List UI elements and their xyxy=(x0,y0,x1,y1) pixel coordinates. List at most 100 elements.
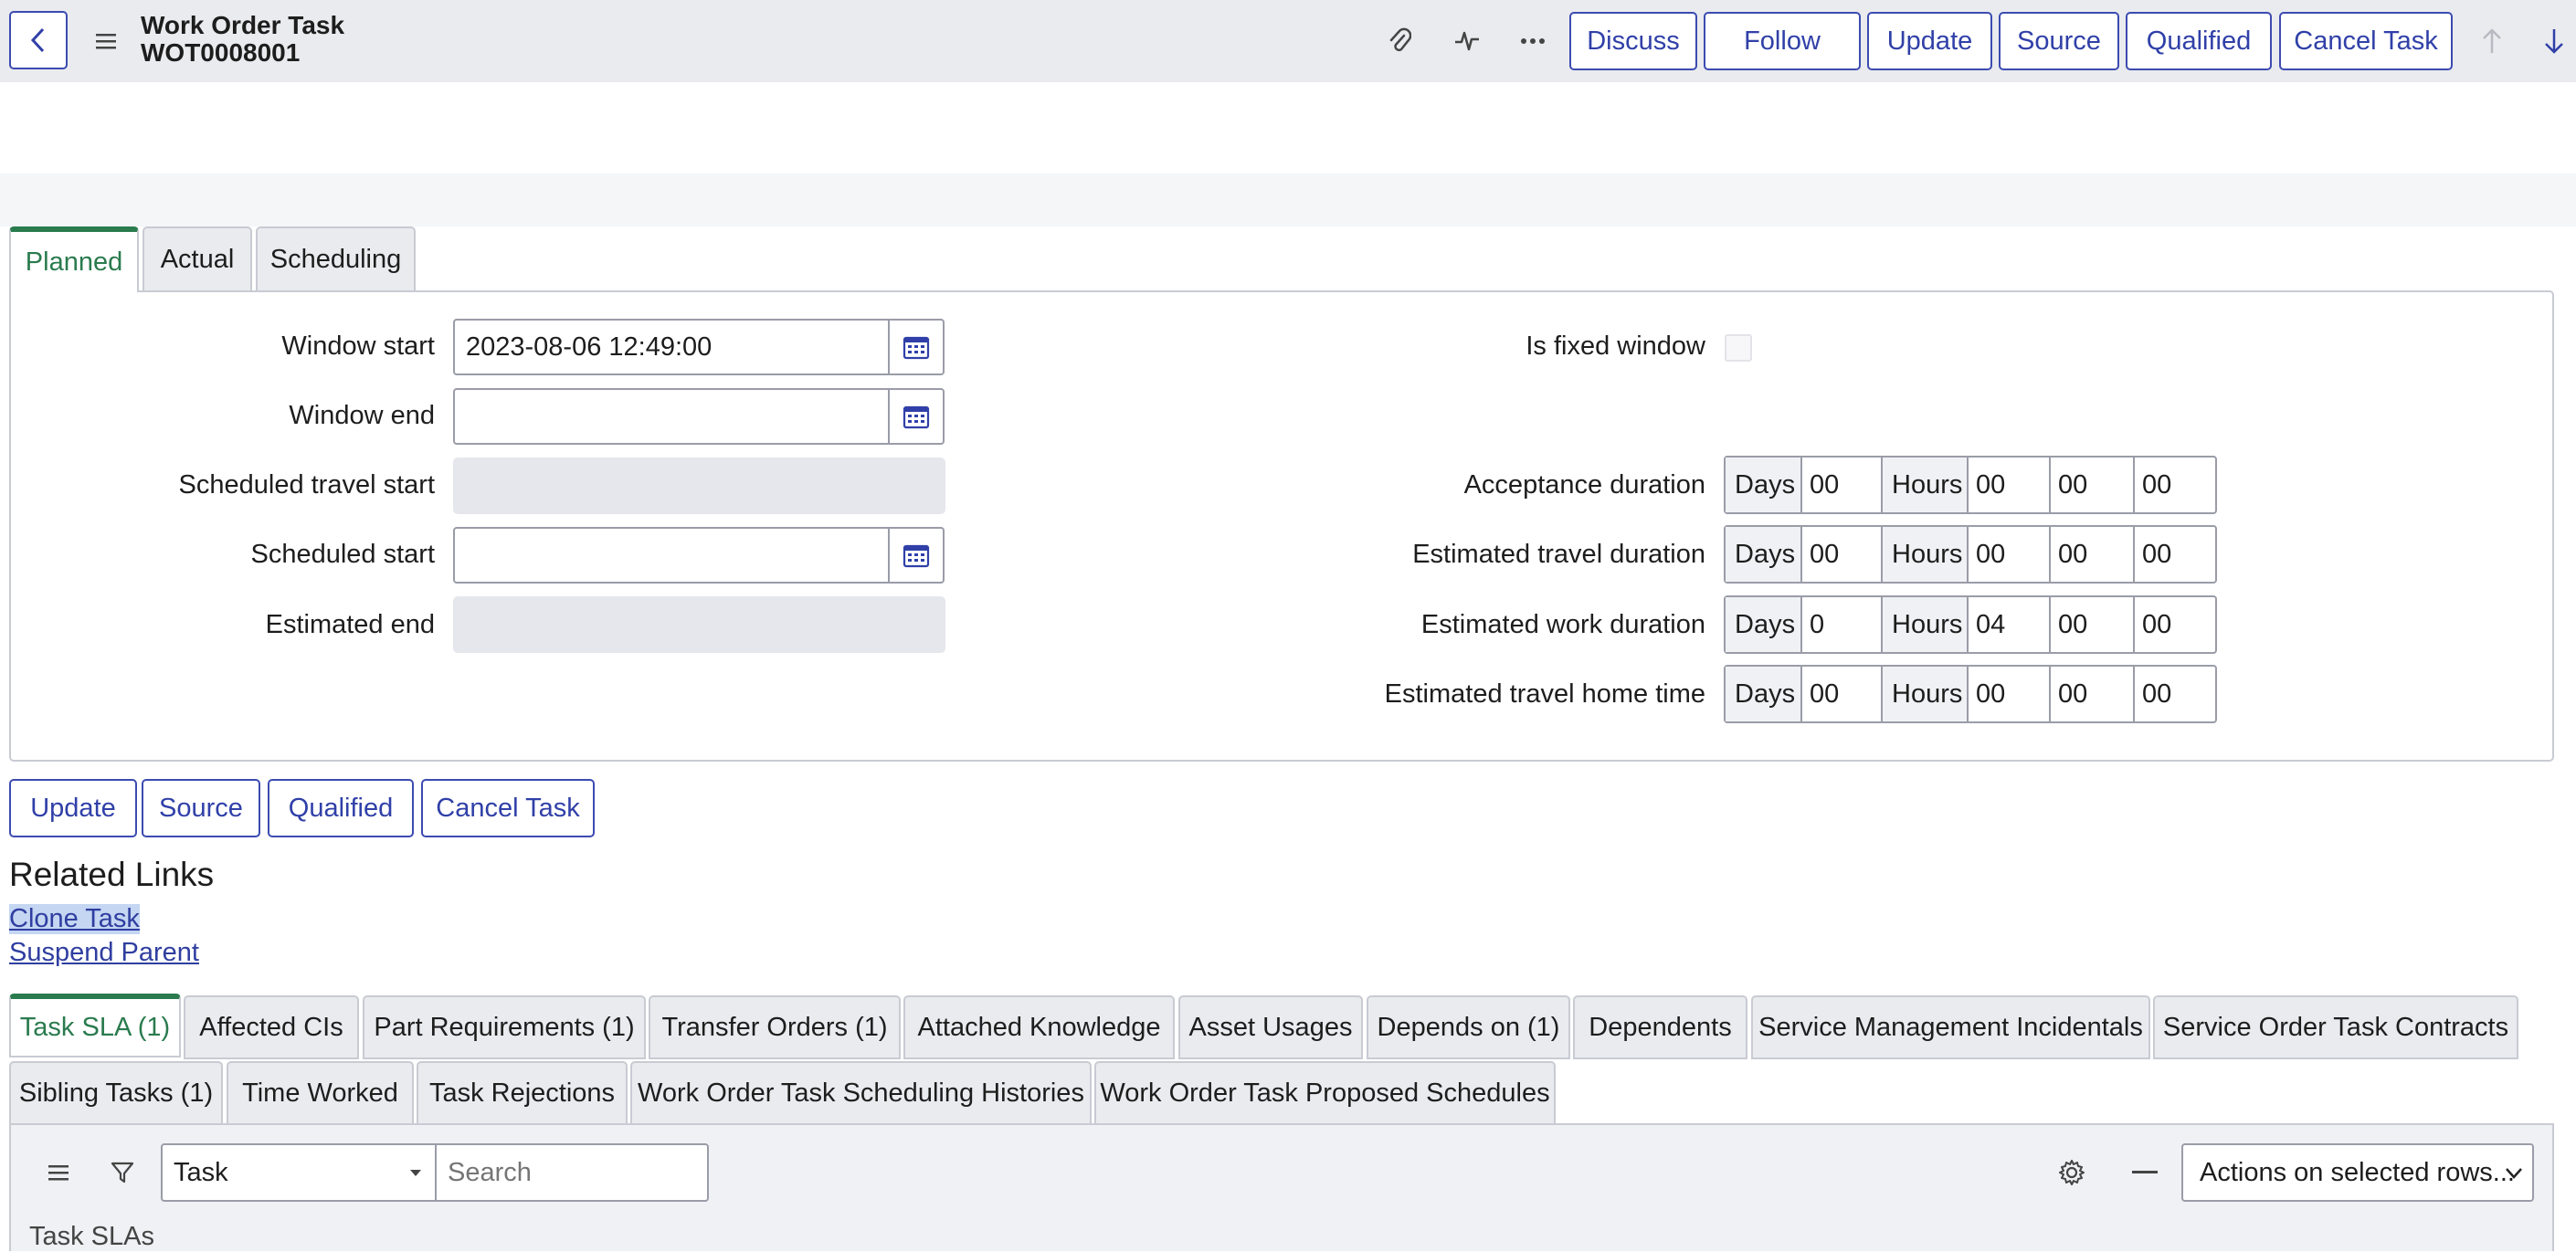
scheduled-travel-start-label: Scheduled travel start xyxy=(178,470,435,500)
back-button[interactable] xyxy=(9,11,68,69)
tab-scheduling-histories[interactable]: Work Order Task Scheduling Histories xyxy=(630,1061,1092,1125)
record-number: WOT0008001 xyxy=(141,38,301,67)
days-unit: Days xyxy=(1726,667,1802,721)
days-value[interactable]: 00 xyxy=(1802,667,1883,721)
days-unit: Days xyxy=(1726,597,1802,652)
gear-icon[interactable] xyxy=(2053,1154,2090,1191)
tab-service-order-task-contracts[interactable]: Service Order Task Contracts xyxy=(2153,995,2518,1059)
source-button-header[interactable]: Source xyxy=(1999,12,2119,70)
seconds-value[interactable]: 00 xyxy=(2135,458,2215,512)
hours-unit: Hours xyxy=(1883,458,1969,512)
days-unit: Days xyxy=(1726,527,1802,582)
tab-service-management-incidentals[interactable]: Service Management Incidentals xyxy=(1751,995,2150,1059)
arrow-up-icon[interactable] xyxy=(2474,23,2510,59)
calendar-icon xyxy=(903,336,930,360)
acceptance-duration-label: Acceptance duration xyxy=(1463,470,1705,500)
hours-value[interactable]: 04 xyxy=(1969,597,2051,652)
seconds-value[interactable]: 00 xyxy=(2135,527,2215,582)
update-button-header[interactable]: Update xyxy=(1867,12,1992,70)
clone-task-link[interactable]: Clone Task xyxy=(9,904,140,934)
minutes-value[interactable]: 00 xyxy=(2051,667,2135,721)
more-icon[interactable] xyxy=(1515,23,1551,59)
tab-transfer-orders[interactable]: Transfer Orders (1) xyxy=(649,995,901,1059)
arrow-down-icon[interactable] xyxy=(2536,23,2572,59)
estimated-end-field xyxy=(453,596,945,653)
filter-icon[interactable] xyxy=(104,1154,141,1191)
chevron-down-icon xyxy=(2506,1168,2522,1179)
actions-select[interactable]: Actions on selected rows... xyxy=(2181,1143,2534,1202)
scheduled-start-input[interactable] xyxy=(453,527,890,584)
form-header: Work Order Task WOT0008001 Discuss Follo… xyxy=(0,0,2576,82)
tab-actual[interactable]: Actual xyxy=(143,226,252,290)
follow-button[interactable]: Follow xyxy=(1704,12,1861,70)
update-button[interactable]: Update xyxy=(9,779,137,837)
discuss-button[interactable]: Discuss xyxy=(1569,12,1697,70)
estimated-end-label: Estimated end xyxy=(265,610,435,639)
tab-sibling-tasks[interactable]: Sibling Tasks (1) xyxy=(9,1061,223,1125)
window-start-calendar-button[interactable] xyxy=(888,319,945,375)
hours-value[interactable]: 00 xyxy=(1969,667,2051,721)
collapse-icon[interactable] xyxy=(2127,1154,2163,1191)
days-value[interactable]: 00 xyxy=(1802,527,1883,582)
estimated-travel-home-time-input[interactable]: Days 00 Hours 00 00 00 xyxy=(1724,665,2217,723)
seconds-value[interactable]: 00 xyxy=(2135,667,2215,721)
hours-unit: Hours xyxy=(1883,667,1969,721)
seconds-value[interactable]: 00 xyxy=(2135,597,2215,652)
hours-unit: Hours xyxy=(1883,527,1969,582)
menu-icon[interactable] xyxy=(88,23,124,59)
window-end-calendar-button[interactable] xyxy=(888,388,945,445)
tab-depends-on[interactable]: Depends on (1) xyxy=(1367,995,1570,1059)
estimated-travel-duration-input[interactable]: Days 00 Hours 00 00 00 xyxy=(1724,525,2217,584)
list-title: Task SLAs xyxy=(29,1222,154,1251)
list-menu-icon[interactable] xyxy=(40,1154,77,1191)
search-input[interactable] xyxy=(435,1143,709,1202)
minutes-value[interactable]: 00 xyxy=(2051,527,2135,582)
acceptance-duration-input[interactable]: Days 00 Hours 00 00 00 xyxy=(1724,456,2217,514)
scheduled-start-calendar-button[interactable] xyxy=(888,527,945,584)
source-button[interactable]: Source xyxy=(142,779,260,837)
tab-time-worked[interactable]: Time Worked xyxy=(227,1061,414,1125)
is-fixed-window-checkbox[interactable] xyxy=(1725,334,1752,362)
activity-icon[interactable] xyxy=(1449,23,1485,59)
hours-value[interactable]: 00 xyxy=(1969,458,2051,512)
tab-attached-knowledge[interactable]: Attached Knowledge xyxy=(903,995,1175,1059)
tab-scheduling[interactable]: Scheduling xyxy=(256,226,416,290)
hours-value[interactable]: 00 xyxy=(1969,527,2051,582)
days-value[interactable]: 0 xyxy=(1802,597,1883,652)
estimated-work-duration-input[interactable]: Days 0 Hours 04 00 00 xyxy=(1724,595,2217,654)
cancel-task-button[interactable]: Cancel Task xyxy=(421,779,595,837)
minutes-value[interactable]: 00 xyxy=(2051,597,2135,652)
tab-proposed-schedules[interactable]: Work Order Task Proposed Schedules xyxy=(1094,1061,1556,1125)
tab-part-requirements[interactable]: Part Requirements (1) xyxy=(363,995,646,1059)
qualified-button-header[interactable]: Qualified xyxy=(2126,12,2272,70)
back-icon xyxy=(30,27,45,53)
scheduled-travel-start-field xyxy=(453,458,945,514)
days-value[interactable]: 00 xyxy=(1802,458,1883,512)
form-title: Work Order Task xyxy=(141,11,345,39)
estimated-travel-duration-label: Estimated travel duration xyxy=(1412,540,1705,569)
tab-dependents[interactable]: Dependents xyxy=(1573,995,1747,1059)
window-start-label: Window start xyxy=(281,331,435,361)
search-field-select[interactable]: Task xyxy=(161,1143,437,1202)
is-fixed-window-label: Is fixed window xyxy=(1526,331,1705,361)
actions-select-value: Actions on selected rows... xyxy=(2200,1157,2515,1187)
window-end-input[interactable] xyxy=(453,388,890,445)
dropdown-arrow-icon xyxy=(410,1170,421,1176)
tab-asset-usages[interactable]: Asset Usages xyxy=(1178,995,1363,1059)
qualified-button[interactable]: Qualified xyxy=(268,779,414,837)
tab-task-sla[interactable]: Task SLA (1) xyxy=(9,994,181,1057)
estimated-travel-home-time-label: Estimated travel home time xyxy=(1384,679,1705,709)
estimated-work-duration-label: Estimated work duration xyxy=(1420,610,1705,639)
cancel-task-button-header[interactable]: Cancel Task xyxy=(2279,12,2453,70)
window-start-input[interactable]: 2023-08-06 12:49:00 xyxy=(453,319,890,375)
tab-task-rejections[interactable]: Task Rejections xyxy=(417,1061,628,1125)
minutes-value[interactable]: 00 xyxy=(2051,458,2135,512)
related-links-title: Related Links xyxy=(9,856,215,893)
suspend-parent-link[interactable]: Suspend Parent xyxy=(9,938,199,968)
search-field-select-value: Task xyxy=(174,1157,228,1187)
days-unit: Days xyxy=(1726,458,1802,512)
window-end-label: Window end xyxy=(289,401,435,430)
tab-affected-cis[interactable]: Affected CIs xyxy=(184,995,359,1059)
tab-planned[interactable]: Planned xyxy=(9,226,139,292)
paperclip-icon[interactable] xyxy=(1381,23,1418,59)
